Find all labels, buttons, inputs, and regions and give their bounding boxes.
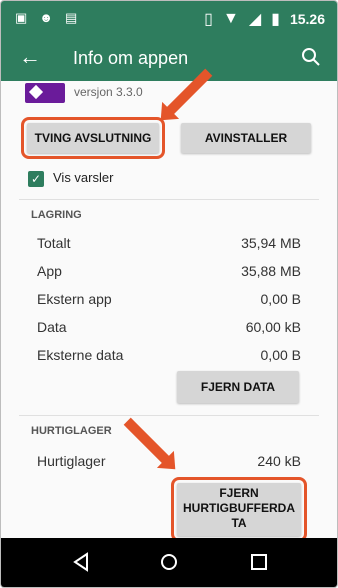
clear-cache-label-line1: FJERN	[219, 486, 259, 500]
vibrate-icon: ▯	[204, 11, 213, 28]
image-icon: ▣	[15, 10, 28, 25]
status-bar: ▣ ☻ ▤ ▯ ▼ ◢ ▮ 15.26	[1, 1, 337, 35]
phone-screen: ▣ ☻ ▤ ▯ ▼ ◢ ▮ 15.26 ← Info om appen vers…	[0, 0, 338, 588]
storage-section-header: LAGRING	[31, 209, 82, 221]
app-version: versjon 3.3.0	[74, 85, 143, 99]
home-nav-icon[interactable]	[159, 552, 179, 572]
app-logo-icon	[25, 83, 65, 103]
app-icon: ▤	[64, 10, 78, 25]
annotation-arrow-icon	[123, 417, 171, 465]
show-notifications-checkbox[interactable]: ✓	[28, 171, 44, 187]
force-stop-button[interactable]: TVING AVSLUTNING	[21, 117, 165, 159]
clear-cache-label-line2: HURTIGBUFFERDA	[183, 501, 295, 515]
app-info-content: versjon 3.3.0 TVING AVSLUTNING AVINSTALL…	[1, 68, 337, 542]
navigation-bar	[1, 538, 337, 587]
recents-nav-icon[interactable]	[249, 552, 269, 572]
uninstall-button[interactable]: AVINSTALLER	[181, 123, 311, 153]
divider	[19, 199, 319, 200]
app-bar: ← Info om appen	[1, 35, 337, 81]
cache-section-header: HURTIGLAGER	[31, 425, 112, 437]
clear-data-button[interactable]: FJERN DATA	[177, 371, 299, 403]
status-time: 15.26	[289, 11, 325, 27]
battery-icon: ▮	[271, 11, 280, 28]
page-title: Info om appen	[73, 48, 189, 68]
wifi-icon: ▼	[222, 10, 239, 27]
clear-cache-button[interactable]: FJERN HURTIGBUFFERDA TA	[171, 477, 307, 542]
back-nav-icon[interactable]	[71, 552, 91, 572]
clear-cache-label-line3: TA	[231, 516, 247, 530]
back-arrow-icon[interactable]: ←	[19, 45, 41, 69]
android-icon: ☻	[39, 10, 53, 25]
signal-icon: ◢	[248, 11, 262, 28]
divider	[19, 415, 319, 416]
show-notifications-label: Vis varsler	[53, 170, 114, 185]
search-icon[interactable]	[301, 47, 321, 67]
